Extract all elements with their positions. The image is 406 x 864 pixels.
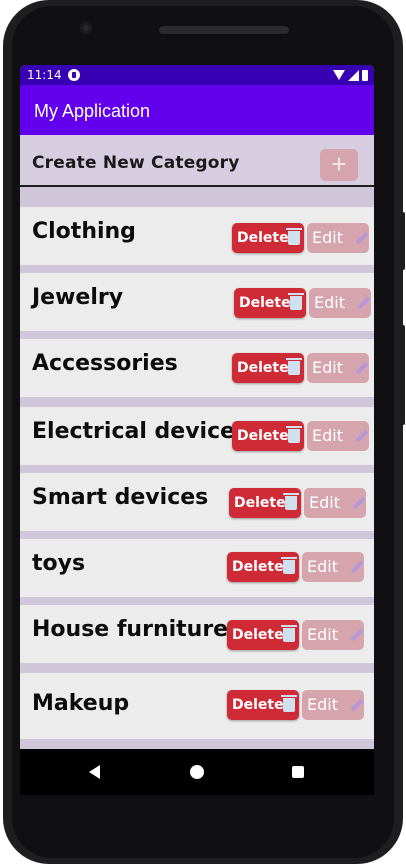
delete-button[interactable]: Delete [227, 552, 299, 582]
delete-label: Delete [239, 295, 291, 311]
delete-label: Delete [237, 230, 289, 246]
signal-icon [348, 69, 359, 81]
volume-button [400, 212, 405, 270]
edit-button[interactable]: Edit [309, 288, 371, 318]
status-icons [333, 69, 368, 81]
list-item: Makeup Delete Edit [20, 673, 374, 739]
edit-label: Edit [312, 228, 343, 247]
delete-button[interactable]: Delete [227, 620, 299, 650]
edit-label: Edit [307, 695, 338, 714]
category-name: Electrical devices [32, 419, 249, 444]
edit-label: Edit [307, 625, 338, 644]
status-time: 11:14 [27, 68, 62, 82]
edit-button[interactable]: Edit [307, 421, 369, 451]
edit-label: Edit [309, 493, 340, 512]
pencil-icon [350, 628, 364, 642]
list-item: Clothing Delete Edit [20, 207, 374, 265]
delete-button[interactable]: Delete [227, 690, 299, 720]
edit-label: Edit [314, 293, 345, 312]
delete-button[interactable]: Delete [229, 488, 301, 518]
delete-button[interactable]: Delete [232, 421, 304, 451]
edit-label: Edit [307, 557, 338, 576]
edit-label: Edit [312, 358, 343, 377]
trash-icon [286, 358, 302, 375]
pencil-icon [355, 231, 369, 245]
edit-button[interactable]: Edit [302, 620, 364, 650]
delete-label: Delete [232, 697, 284, 713]
create-category-label: Create New Category [32, 153, 240, 173]
category-name: Jewelry [32, 285, 124, 310]
delete-label: Delete [234, 495, 286, 511]
edit-button[interactable]: Edit [304, 488, 366, 518]
category-name: Smart devices [32, 485, 209, 510]
delete-label: Delete [232, 559, 284, 575]
plus-icon: + [331, 149, 347, 179]
home-icon[interactable] [190, 765, 204, 779]
category-list[interactable]: Create New Category + Clothing Delete Ed… [20, 135, 374, 749]
edit-button[interactable]: Edit [307, 223, 369, 253]
category-name: Makeup [32, 691, 130, 716]
navigation-bar [20, 749, 374, 795]
battery-icon [362, 69, 368, 81]
notification-app-icon [68, 69, 80, 81]
category-name: Accessories [32, 351, 178, 376]
trash-icon [286, 228, 302, 245]
back-icon[interactable] [89, 765, 100, 779]
earpiece-speaker [159, 26, 289, 34]
wifi-icon [333, 70, 345, 80]
pencil-icon [350, 698, 364, 712]
edit-button[interactable]: Edit [307, 353, 369, 383]
delete-button[interactable]: Delete [234, 288, 306, 318]
delete-button[interactable]: Delete [232, 353, 304, 383]
front-camera [80, 22, 92, 34]
pencil-icon [350, 560, 364, 574]
edit-button[interactable]: Edit [302, 552, 364, 582]
delete-label: Delete [237, 428, 289, 444]
trash-icon [281, 695, 297, 712]
app-title: My Application [34, 101, 151, 121]
list-item: Electrical devices Delete Edit [20, 407, 374, 465]
category-name: toys [32, 551, 86, 576]
list-item: Smart devices Delete Edit [20, 473, 374, 531]
pencil-icon [357, 296, 371, 310]
category-name: Clothing [32, 219, 136, 244]
list-item: House furniture Delete Edit [20, 605, 374, 663]
list-item: toys Delete Edit [20, 539, 374, 597]
create-category-row: Create New Category + [20, 135, 374, 187]
trash-icon [281, 625, 297, 642]
pencil-icon [355, 429, 369, 443]
trash-icon [286, 426, 302, 443]
status-bar: 11:14 [20, 65, 374, 85]
category-name: House furniture [32, 617, 229, 642]
pencil-icon [355, 361, 369, 375]
delete-button[interactable]: Delete [232, 223, 304, 253]
trash-icon [288, 293, 304, 310]
app-bar: My Application [20, 85, 374, 135]
power-button [400, 325, 405, 425]
trash-icon [281, 557, 297, 574]
delete-label: Delete [237, 360, 289, 376]
recents-icon[interactable] [292, 766, 304, 778]
pencil-icon [352, 496, 366, 510]
screen: 11:14 My Application Create New Category… [20, 65, 374, 749]
add-category-button[interactable]: + [320, 149, 358, 181]
list-item: Jewelry Delete Edit [20, 273, 374, 331]
edit-label: Edit [312, 426, 343, 445]
trash-icon [283, 493, 299, 510]
edit-button[interactable]: Edit [302, 690, 364, 720]
list-item: Accessories Delete Edit [20, 339, 374, 397]
delete-label: Delete [232, 627, 284, 643]
